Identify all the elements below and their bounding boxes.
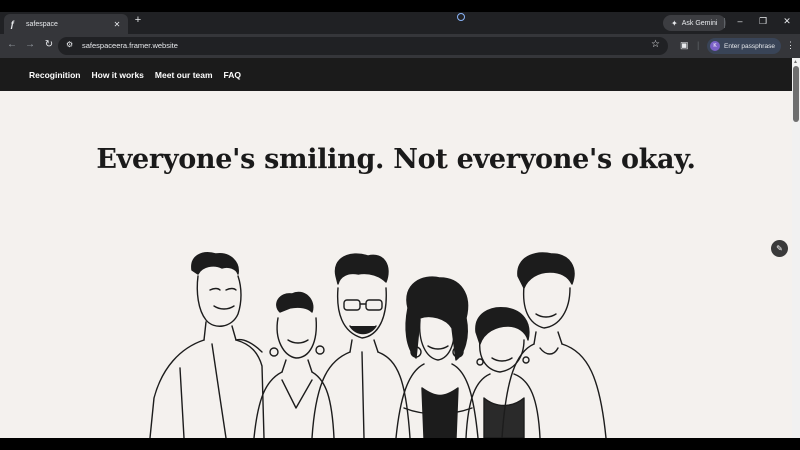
gemini-icon: ✦ [671,18,678,28]
browser-tab[interactable]: ƒ safespace ✕ [4,14,128,34]
menu-kebab-icon[interactable]: ⋮ [786,40,795,51]
tab-title: safespace [26,20,58,28]
screen-top-border [0,0,800,12]
avatar: K [710,41,720,51]
person-2 [253,291,335,438]
nav-link-faq[interactable]: FAQ [224,70,241,80]
loading-cursor-icon [457,13,465,21]
reload-icon[interactable]: ↻ [42,39,56,50]
webpage: Recoginition How it works Meet our team … [0,58,792,438]
address-bar[interactable]: ⚙ safespaceera.framer.website ☆ [58,37,668,55]
passphrase-button[interactable]: K Enter passphrase [707,38,781,54]
nav-link-meet-our-team[interactable]: Meet our team [155,70,213,80]
nav-link-recognition[interactable]: Recoginition [29,70,80,80]
site-settings-icon[interactable]: ⚙ [66,40,73,49]
nav-link-how-it-works[interactable]: How it works [91,70,143,80]
bookmark-star-icon[interactable]: ☆ [651,39,660,50]
restore-icon[interactable]: ❐ [757,16,769,27]
person-1 [149,252,265,438]
new-tab-button[interactable]: + [132,14,144,26]
minimize-icon[interactable]: – [734,16,746,26]
browser-toolbar: ← → ↻ ⚙ safespaceera.framer.website ☆ ▣ … [0,34,800,58]
page-scrollbar[interactable]: ▲ [792,58,800,438]
close-window-icon[interactable]: ✕ [781,16,793,27]
scroll-up-icon[interactable]: ▲ [793,59,798,65]
divider [724,18,725,28]
forward-icon[interactable]: → [23,39,37,50]
toolbar-divider: | [697,40,700,50]
passphrase-label: Enter passphrase [724,42,775,50]
tab-search-icon[interactable]: ▣ [680,40,689,51]
site-navbar: Recoginition How it works Meet our team … [0,58,792,91]
url-text[interactable]: safespaceera.framer.website [82,41,178,50]
framer-icon: ƒ [10,19,16,29]
group-of-friends-sketch [149,252,607,438]
ask-gemini-label: Ask Gemini [681,19,718,27]
ask-gemini-button[interactable]: ✦ Ask Gemini [663,15,726,31]
scrollbar-thumb[interactable] [793,66,799,122]
close-tab-icon[interactable]: ✕ [112,20,122,29]
hero-headline: Everyone's smiling. Not everyone's okay. [96,144,696,175]
person-3 [311,253,411,438]
back-icon[interactable]: ← [5,39,19,50]
edit-pencil-icon[interactable]: ✎ [771,240,788,257]
screen-bottom-border [0,438,800,450]
